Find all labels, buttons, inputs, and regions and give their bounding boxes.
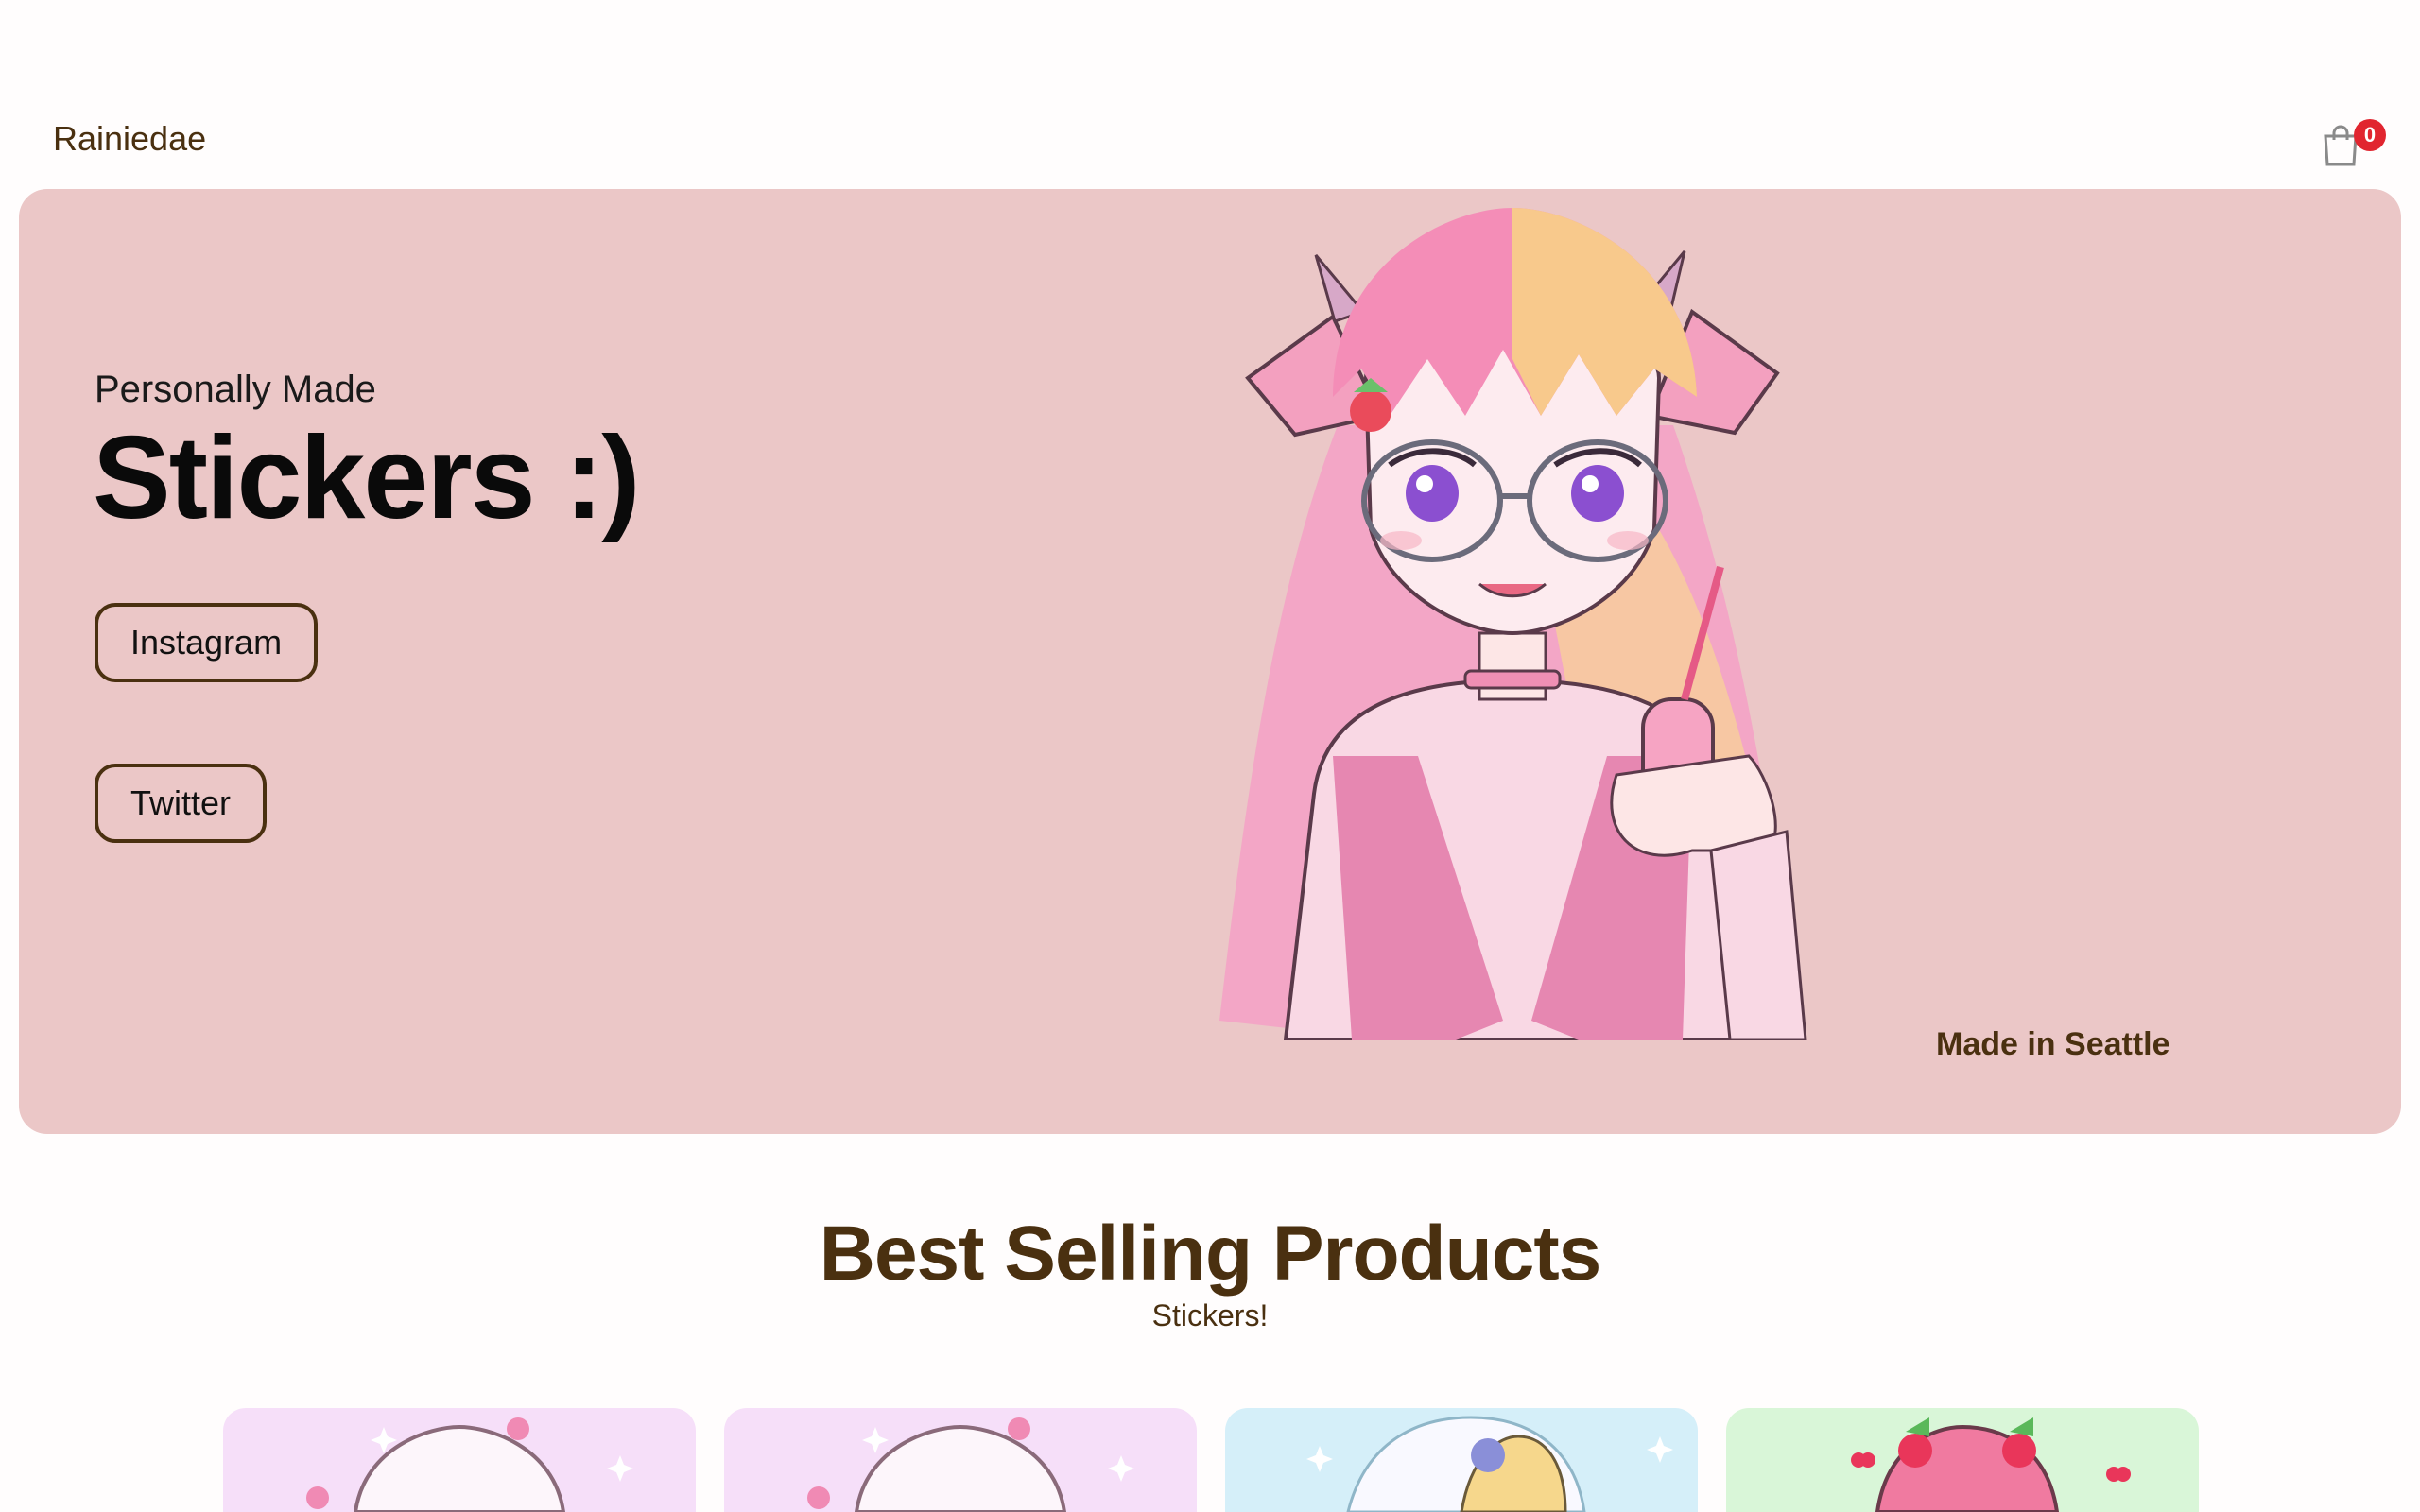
product-card[interactable] <box>1225 1408 1698 1512</box>
top-navigation-bar: Rainiedae 0 <box>0 0 2420 184</box>
best-selling-subtitle: Stickers! <box>1151 1298 1269 1332</box>
sticker-thumbnail <box>1306 1416 1673 1512</box>
brand-logo-link[interactable]: Rainiedae <box>53 119 206 159</box>
best-selling-title: Best Selling Products <box>819 1211 1602 1297</box>
made-in-seattle-label: Made in Seattle <box>1936 1026 2170 1062</box>
product-card[interactable] <box>1726 1408 2199 1512</box>
cart-button[interactable]: 0 <box>2322 119 2386 176</box>
cart-count-badge: 0 <box>2354 119 2386 151</box>
hero-banner: Personally Made Stickers :) Instagram Tw… <box>19 189 2401 1134</box>
instagram-button[interactable]: Instagram <box>95 603 319 682</box>
sticker-thumbnail <box>807 1418 1134 1512</box>
product-card[interactable] <box>724 1408 1197 1512</box>
twitter-button[interactable]: Twitter <box>95 764 268 843</box>
hero-kicker: Personally Made <box>95 369 376 410</box>
anime-girl-illustration <box>1219 208 1807 1040</box>
sticker-thumbnail <box>306 1418 633 1512</box>
hero-title: Stickers :) <box>93 413 641 543</box>
sticker-thumbnail <box>1851 1418 2131 1512</box>
product-card[interactable] <box>223 1408 696 1512</box>
